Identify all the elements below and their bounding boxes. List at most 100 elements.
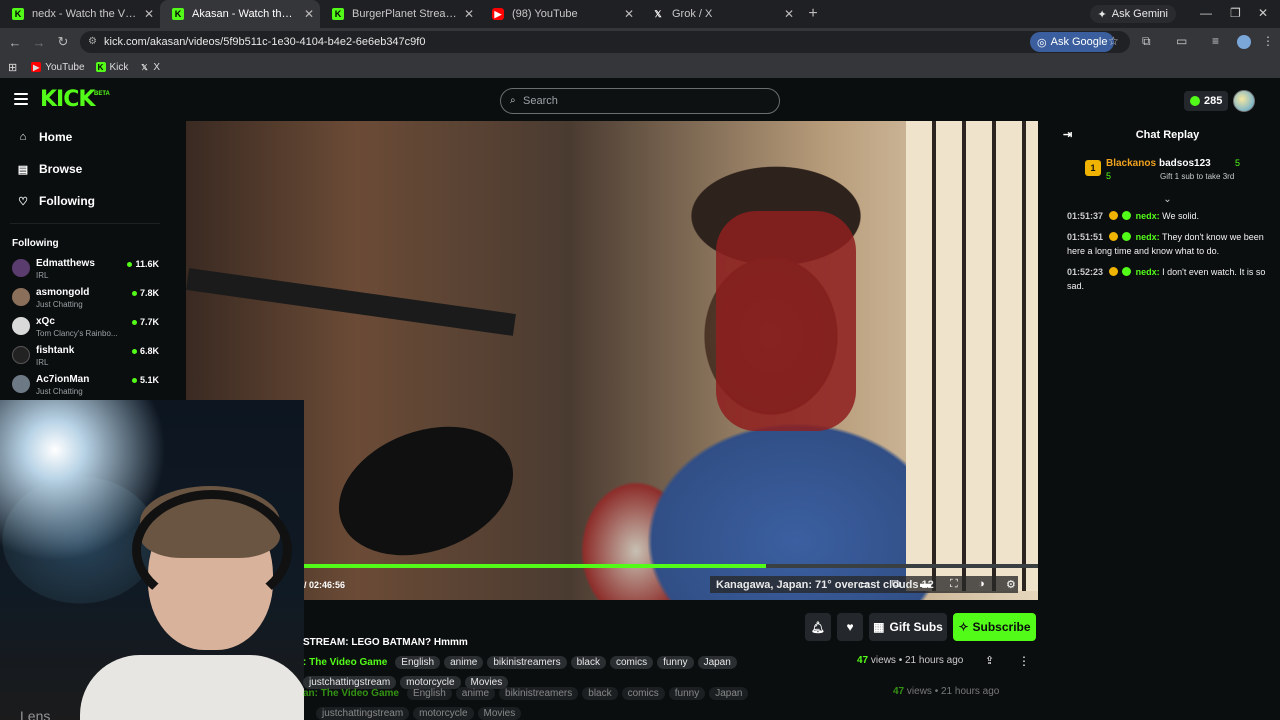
bookmark-star-icon[interactable]: ☆ [1108,34,1119,48]
video-frame-chair [716,211,856,431]
tag[interactable]: bikinistreamers [487,655,567,669]
forward-arrow-icon[interactable]: → [27,35,51,50]
new-tab-button[interactable]: + [800,5,826,23]
message-username[interactable]: nedx [1136,232,1157,242]
viewer-count-value: 5.1K [139,375,159,385]
extensions-icon[interactable]: ⧉ [1142,34,1151,49]
ghost-tag: comics [621,686,665,700]
followed-channel-asmongold[interactable]: asmongold Just Chatting 7.8K [0,284,170,313]
tab-burgerplanet[interactable]: K BurgerPlanet Stream - Watch Li ✕ [320,0,480,28]
tag[interactable]: English [395,655,441,669]
kick-logo[interactable]: KICK [40,87,95,112]
video-frame-background [906,121,1038,591]
bookmark-x[interactable]: 𝕏 X [139,62,160,73]
close-tab-icon[interactable]: ✕ [624,7,634,21]
channel-avatar [12,346,30,364]
settings-gear-icon[interactable]: ⚙ [1006,578,1016,591]
minimize-window-button[interactable]: — [1200,6,1212,20]
reload-icon[interactable]: ↻ [51,34,75,50]
verified-badge-icon [1122,211,1132,220]
pip-icon[interactable]: ⧉ [892,578,900,591]
collapse-chat-icon[interactable]: ⇥ [1063,128,1072,141]
back-arrow-icon[interactable]: ← [3,35,27,50]
nav-home[interactable]: ⌂ Home [0,121,170,153]
nav-browse[interactable]: ▤ Browse [0,153,170,185]
ask-google-button[interactable]: ◎ Ask Google [1030,32,1115,52]
follow-heart-button[interactable]: ♥ [837,613,863,641]
tab-akasan[interactable]: K Akasan - Watch the VOD on Kick ✕ [160,0,320,28]
site-header: KICK BETA ⌕ Search 285 [0,80,1280,120]
tag[interactable]: black [570,655,606,669]
message-username[interactable]: nedx [1136,267,1157,277]
video-progress-bar[interactable] [304,564,1038,568]
sub-gift-leaderboard[interactable]: 1 Blackanos 5 badsos123 5 Gift 1 sub to … [1055,156,1280,196]
speed-icon[interactable]: ◑ [978,578,985,590]
followed-channel-edmatthews[interactable]: Edmatthews IRL 11.6K [0,255,170,284]
hamburger-menu-icon[interactable] [14,93,28,105]
message-username[interactable]: nedx [1136,211,1157,221]
video-player[interactable]: / 02:46:56 Kanagawa, Japan: 71° overcast… [186,121,1038,600]
viewer-count: 7.8K [131,288,159,298]
tab-youtube[interactable]: ▶ (98) YouTube ✕ [480,0,640,28]
followed-channel-xqc[interactable]: xQc Tom Clancy's Rainbo... 7.7K [0,313,170,342]
url-field[interactable]: ⚙ kick.com/akasan/videos/5f9b511c-1e30-4… [80,31,1130,53]
search-input[interactable]: ⌕ Search [500,88,780,114]
close-tab-icon[interactable]: ✕ [144,7,154,21]
stream-category-link[interactable]: : The Video Game [303,657,387,668]
apps-grid-icon[interactable]: ⊞ [8,61,17,74]
tab-title: nedx - Watch the VOD on Kick [32,8,138,20]
clip-icon[interactable]: ▬ [920,578,931,590]
ask-gemini-button[interactable]: ✦ Ask Gemini [1089,5,1176,23]
tag[interactable]: comics [609,655,654,669]
points-value: 285 [1204,95,1223,107]
leaderboard-user-1[interactable]: Blackanos [1106,158,1156,169]
kick-favicon-icon: K [95,62,106,72]
followed-channel-fishtank[interactable]: fishtank IRL 6.8K [0,342,170,371]
chat-title: Chat Replay [1135,129,1200,141]
video-frame-microphone [320,403,532,579]
leaderboard-user-2[interactable]: badsos123 [1159,158,1211,169]
media-controls-icon[interactable]: ≡ [1212,34,1219,48]
chat-message: 01:51:37 nedx: We solid. [1067,211,1199,221]
site-info-icon[interactable]: ⚙ [88,36,97,47]
viewer-count-value: 7.8K [139,288,159,298]
bookmark-kick[interactable]: K Kick [95,62,128,73]
gift-subs-button[interactable]: ▦ Gift Subs [869,613,947,641]
bookmark-youtube[interactable]: ▶ YouTube [31,61,85,73]
chat-header: ⇥ Chat Replay [1055,120,1280,150]
share-icon[interactable]: ⇪ [985,654,994,667]
nav-following[interactable]: ♡ Following [0,185,170,217]
close-tab-icon[interactable]: ✕ [304,7,314,21]
followed-channel-ac7ionman[interactable]: Ac7ionMan Just Chatting 5.1K [0,371,170,400]
ghost-time-ago: 21 hours ago [940,686,1000,697]
close-tab-icon[interactable]: ✕ [784,7,794,21]
message-timestamp: 01:51:37 [1067,211,1104,221]
theater-mode-icon[interactable]: ▭ [860,578,870,591]
ghost-views-label: views [906,686,932,697]
tag[interactable]: anime [444,655,484,669]
maximize-window-button[interactable]: ❐ [1230,6,1241,20]
tag[interactable]: funny [657,655,694,669]
notification-bell-button[interactable]: 🔔︎ [805,613,831,641]
gemini-sparkle-icon: ✦ [1097,8,1107,21]
ghost-tag: funny [668,686,706,700]
close-window-button[interactable]: ✕ [1258,6,1268,20]
kick-points-button[interactable]: 285 [1184,91,1229,111]
subscribe-button[interactable]: ✧ Subscribe [953,613,1036,641]
live-dot-icon [131,319,137,325]
channel-avatar [12,259,30,277]
tab-nedx[interactable]: K nedx - Watch the VOD on Kick ✕ [0,0,160,28]
bookmark-label: YouTube [45,61,85,73]
x-favicon-icon: 𝕏 [141,62,148,72]
bookmark-label: X [153,61,161,73]
tab-grok[interactable]: 𝕏 Grok / X ✕ [640,0,800,28]
profile-avatar[interactable] [1237,35,1251,49]
close-tab-icon[interactable]: ✕ [464,7,474,21]
more-options-icon[interactable]: ⋮ [1018,654,1030,668]
tag[interactable]: Japan [697,655,737,669]
side-panel-icon[interactable]: ▭ [1176,34,1187,48]
bell-icon: 🔔︎ [811,621,825,634]
user-avatar[interactable] [1233,90,1255,112]
fullscreen-icon[interactable]: ⛶ [950,578,958,591]
browser-menu-icon[interactable]: ⋮ [1262,34,1274,48]
